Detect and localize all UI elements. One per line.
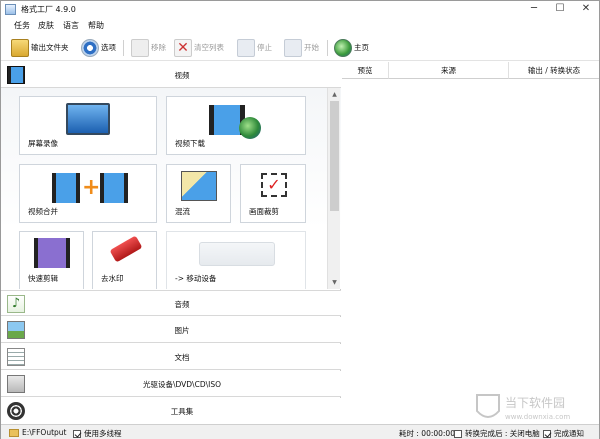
category-audio[interactable]: ♪ 音频 <box>1 290 341 316</box>
svg-text:www.downxia.com: www.downxia.com <box>505 413 570 421</box>
start-button[interactable]: 开始 <box>284 37 319 58</box>
globe-icon <box>239 117 261 139</box>
category-document[interactable]: 文档 <box>1 344 341 370</box>
home-globe-icon <box>334 38 352 57</box>
menu-task[interactable]: 任务 <box>14 20 30 31</box>
category-video[interactable]: 视频 <box>1 62 341 88</box>
close-button[interactable]: ✕ <box>573 1 599 18</box>
tile-crop[interactable]: ✓ 画面裁剪 <box>240 164 306 223</box>
status-bar: E:\FFOutput 使用多线程 耗时 : 00:00:00 转换完成后 : … <box>1 424 599 439</box>
menu-help[interactable]: 帮助 <box>88 20 104 31</box>
eraser-icon <box>109 235 143 263</box>
scroll-thumb[interactable] <box>330 101 339 211</box>
title-bar: 格式工厂 4.9.0 ─ ☐ ✕ <box>1 1 599 18</box>
mux-icon <box>181 171 217 201</box>
after-convert-checkbox[interactable]: 转换完成后 : 关闭电脑 <box>454 428 540 439</box>
column-preview[interactable]: 预览 <box>342 62 389 79</box>
quick-clip-icon <box>34 238 70 268</box>
clear-list-button[interactable]: ✕ 清空列表 <box>174 37 224 58</box>
menu-bar: 任务 皮肤 语言 帮助 <box>1 18 599 34</box>
elapsed-time: 耗时 : 00:00:00 <box>399 429 455 438</box>
column-source[interactable]: 来源 <box>389 62 509 79</box>
tile-remove-watermark[interactable]: 去水印 <box>92 231 157 289</box>
maximize-button[interactable]: ☐ <box>547 1 573 18</box>
category-picture[interactable]: 图片 <box>1 317 341 343</box>
checkbox[interactable] <box>454 429 462 438</box>
toolbar-separator <box>327 40 328 56</box>
notify-checkbox[interactable]: 完成通知 <box>543 428 584 439</box>
app-icon <box>5 4 16 15</box>
menu-language[interactable]: 语言 <box>63 20 79 31</box>
window-title: 格式工厂 4.9.0 <box>21 5 76 14</box>
crop-icon: ✓ <box>261 173 287 197</box>
task-list: 预览 来源 输出 / 转换状态 <box>342 62 599 424</box>
output-folder-button[interactable]: 输出文件夹 <box>11 37 69 58</box>
remove-button[interactable]: 移除 <box>131 37 166 58</box>
folder-icon <box>9 428 19 437</box>
video-tools-grid: 屏幕录像 视频下载 + 视频合并 混流 ✓ 画面裁剪 快速剪辑 去水印 -> 移… <box>1 88 341 289</box>
column-output-status[interactable]: 输出 / 转换状态 <box>509 62 599 79</box>
category-optical[interactable]: 光驱设备\DVD\CD\ISO <box>1 371 341 397</box>
clear-list-icon: ✕ <box>174 38 192 57</box>
toolbar: 输出文件夹 选项 移除 ✕ 清空列表 停止 开始 主页 <box>1 34 599 61</box>
checkbox[interactable] <box>543 429 551 438</box>
output-path[interactable]: E:\FFOutput <box>9 428 66 437</box>
svg-text:当下软件园: 当下软件园 <box>505 396 565 410</box>
mobile-device-icon <box>199 242 275 266</box>
category-tools[interactable]: 工具集 <box>1 398 341 424</box>
watermark-logo: 当下软件园 www.downxia.com <box>473 391 591 425</box>
tile-quick-clip[interactable]: 快速剪辑 <box>19 231 84 289</box>
remove-icon <box>131 38 149 57</box>
stop-button[interactable]: 停止 <box>237 37 272 58</box>
video-merge-icon <box>52 173 80 203</box>
watermark-shield-icon: 当下软件园 www.downxia.com <box>476 394 570 421</box>
folder-icon <box>11 38 29 57</box>
scroll-down-arrow-icon[interactable]: ▼ <box>329 277 340 288</box>
stop-icon <box>237 38 255 57</box>
function-panel: 视频 屏幕录像 视频下载 + 视频合并 混流 ✓ 画面裁剪 快速剪辑 去水印 -… <box>1 62 341 424</box>
minimize-button[interactable]: ─ <box>521 1 547 18</box>
home-button[interactable]: 主页 <box>334 37 369 58</box>
checkbox[interactable] <box>73 429 81 438</box>
tile-video-download[interactable]: 视频下载 <box>166 96 306 155</box>
grid-scrollbar[interactable]: ▲ ▼ <box>327 88 340 289</box>
tile-mux[interactable]: 混流 <box>166 164 231 223</box>
gear-icon <box>81 38 99 57</box>
plus-icon: + <box>82 175 101 200</box>
start-icon <box>284 38 302 57</box>
film-icon <box>100 173 128 203</box>
app-window: 格式工厂 4.9.0 ─ ☐ ✕ 任务 皮肤 语言 帮助 输出文件夹 选项 移除… <box>0 0 600 439</box>
screen-record-icon <box>66 103 110 135</box>
menu-skin[interactable]: 皮肤 <box>38 20 54 31</box>
tile-video-merge[interactable]: + 视频合并 <box>19 164 157 223</box>
options-button[interactable]: 选项 <box>81 37 116 58</box>
multithread-checkbox[interactable]: 使用多线程 <box>73 428 122 439</box>
toolbar-separator <box>123 40 124 56</box>
scroll-up-arrow-icon[interactable]: ▲ <box>329 89 340 100</box>
tile-mobile-device[interactable]: -> 移动设备 <box>166 231 306 289</box>
tile-screen-record[interactable]: 屏幕录像 <box>19 96 157 155</box>
